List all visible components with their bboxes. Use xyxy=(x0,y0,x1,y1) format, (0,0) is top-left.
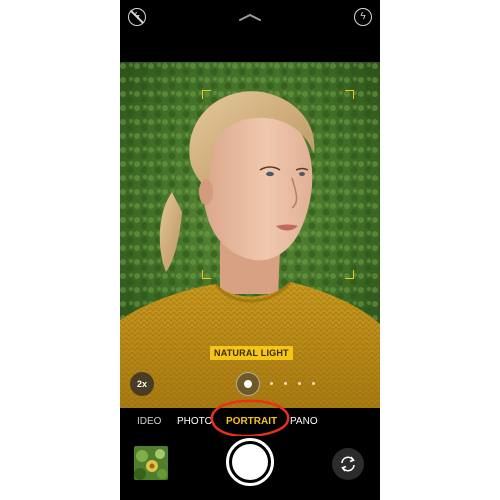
lighting-dial-option[interactable] xyxy=(298,382,301,385)
focus-frame-corner-tl xyxy=(202,90,211,99)
mode-video[interactable]: IDEO xyxy=(137,416,161,428)
top-bar: ϟ ϟ xyxy=(120,0,380,62)
mode-pano[interactable]: PANO xyxy=(290,416,318,428)
lighting-mode-badge: NATURAL LIGHT xyxy=(210,346,293,360)
focus-frame-corner-tr xyxy=(345,90,354,99)
mode-portrait[interactable]: PORTRAIT xyxy=(226,416,277,428)
camera-flip-button[interactable] xyxy=(332,448,364,480)
mode-photo[interactable]: PHOTO xyxy=(177,416,212,428)
last-photo-thumbnail[interactable] xyxy=(134,446,168,480)
camera-flip-icon xyxy=(341,456,355,472)
focus-frame-corner-br xyxy=(345,270,354,279)
zoom-button[interactable]: 2x xyxy=(130,372,154,396)
live-photo-icon[interactable]: ϟ xyxy=(354,8,372,26)
thumbnail-image xyxy=(134,446,168,480)
focus-frame-corner-bl xyxy=(202,270,211,279)
viewfinder[interactable]: NATURAL LIGHT 2x xyxy=(120,62,380,408)
lighting-dial-option[interactable] xyxy=(284,382,287,385)
chevron-up-icon[interactable] xyxy=(238,12,262,22)
mode-selector: IDEO PHOTO PORTRAIT PANO xyxy=(120,408,380,436)
lighting-dial-selected[interactable] xyxy=(236,372,260,396)
flash-off-icon[interactable]: ϟ xyxy=(128,8,146,26)
bottom-controls xyxy=(120,436,380,500)
shutter-button[interactable] xyxy=(226,438,274,486)
camera-app: ϟ ϟ NATURAL LIGHT 2x IDEO PHOTO PORTRAIT… xyxy=(120,0,380,500)
lighting-dial-option[interactable] xyxy=(312,382,315,385)
lighting-dial-option[interactable] xyxy=(270,382,273,385)
